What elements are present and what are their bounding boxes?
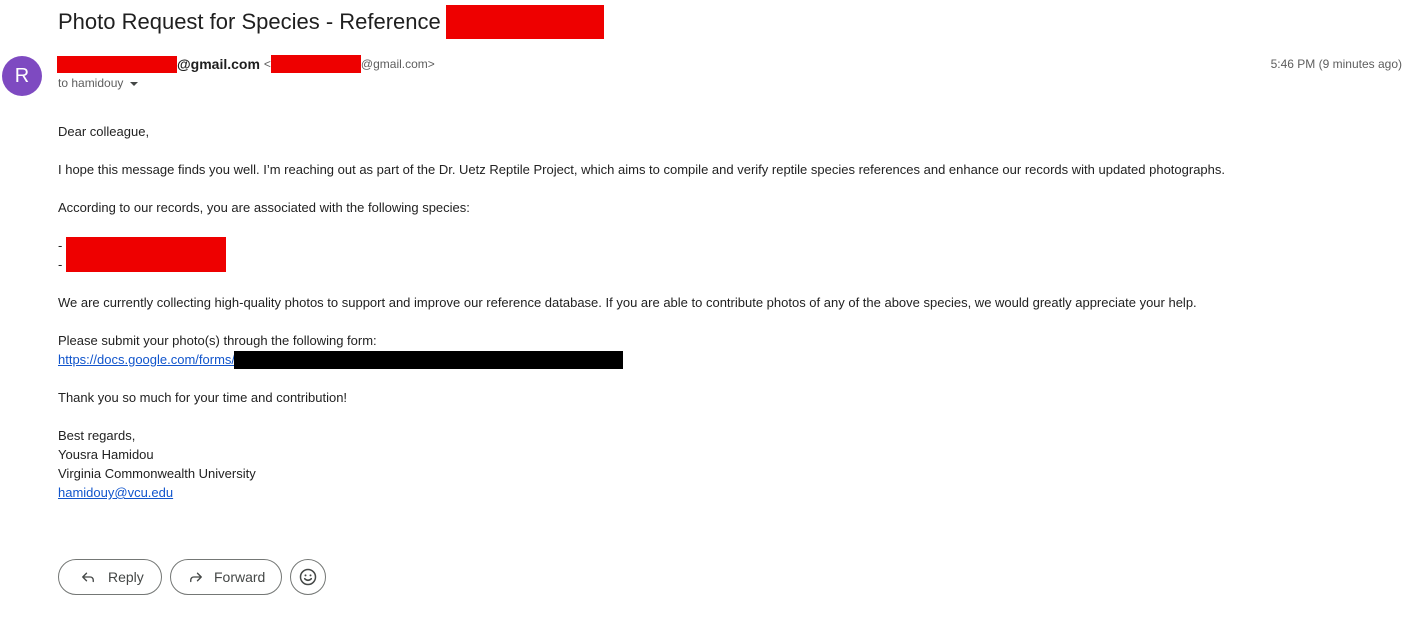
reply-icon bbox=[78, 567, 98, 587]
species-redaction bbox=[66, 237, 226, 272]
forward-label: Forward bbox=[214, 569, 266, 585]
email-subject: Photo Request for Species - Reference bbox=[58, 5, 604, 39]
sender-avatar[interactable]: R bbox=[2, 56, 42, 96]
form-link-redaction bbox=[234, 351, 623, 369]
species-bullet-2: - bbox=[58, 257, 63, 272]
sender-line: @gmail.com < @gmail.com> bbox=[57, 55, 435, 73]
signature-email-link[interactable]: hamidouy@vcu.edu bbox=[58, 485, 173, 500]
avatar-letter: R bbox=[14, 64, 30, 87]
body-submit: Please submit your photo(s) through the … bbox=[58, 333, 377, 348]
sender-name-redaction bbox=[57, 55, 177, 73]
to-label: to hamidouy bbox=[58, 76, 124, 90]
subject-text: Photo Request for Species - Reference bbox=[58, 9, 441, 34]
sender-address-suffix: @gmail.com> bbox=[360, 57, 435, 71]
sender-address-redaction bbox=[270, 55, 361, 73]
form-link[interactable]: https://docs.google.com/forms/ bbox=[58, 352, 235, 367]
signature-org: Virginia Commonwealth University bbox=[58, 466, 256, 481]
body-records: According to our records, you are associ… bbox=[58, 200, 470, 215]
email-timestamp: 5:46 PM (9 minutes ago) bbox=[1270, 57, 1402, 71]
reply-button[interactable]: Reply bbox=[58, 559, 162, 595]
emoji-icon bbox=[298, 567, 318, 587]
chevron-down-icon bbox=[130, 82, 139, 86]
signature-name: Yousra Hamidou bbox=[58, 447, 154, 462]
body-collecting: We are currently collecting high-quality… bbox=[58, 295, 1197, 310]
forward-icon bbox=[186, 567, 206, 587]
subject-redaction bbox=[445, 5, 604, 39]
sender-domain[interactable]: @gmail.com bbox=[177, 56, 260, 72]
sender-addr-open: < bbox=[263, 57, 271, 71]
signature-signoff: Best regards, bbox=[58, 428, 136, 443]
forward-button[interactable]: Forward bbox=[170, 559, 282, 595]
body-intro: I hope this message finds you well. I’m … bbox=[58, 162, 1226, 177]
body-thanks: Thank you so much for your time and cont… bbox=[58, 390, 348, 405]
emoji-reaction-button[interactable] bbox=[290, 559, 326, 595]
reply-label: Reply bbox=[108, 569, 144, 585]
species-bullet-1: - bbox=[58, 238, 63, 253]
body-greeting: Dear colleague, bbox=[58, 124, 150, 139]
recipient-details-toggle[interactable]: to hamidouy bbox=[58, 76, 139, 90]
